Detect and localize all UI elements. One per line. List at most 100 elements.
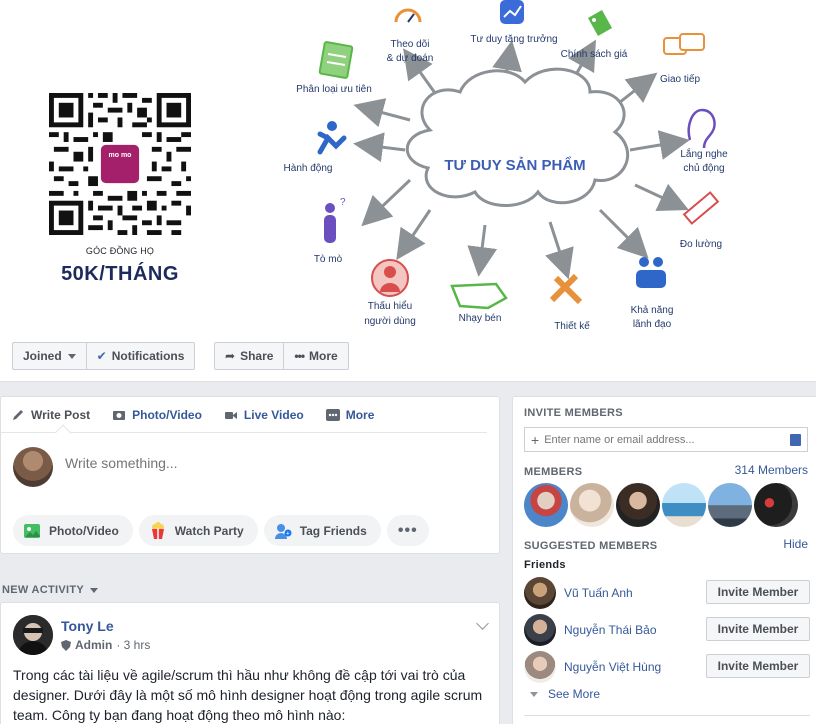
member-avatar[interactable] bbox=[754, 483, 798, 527]
momo-logo-text: mo mo bbox=[108, 152, 132, 159]
author-avatar[interactable] bbox=[13, 615, 53, 655]
photo-video-pill[interactable]: Photo/Video bbox=[13, 515, 133, 546]
friends-label: Friends bbox=[524, 559, 566, 571]
suggested-member-avatar[interactable] bbox=[524, 651, 556, 683]
suggested-member-row: Nguyễn Việt Hùng Invite Member bbox=[524, 651, 810, 683]
member-avatars bbox=[524, 483, 800, 527]
ear-icon bbox=[687, 108, 716, 149]
invite-members-input[interactable] bbox=[544, 433, 775, 446]
growth-chart-icon bbox=[500, 0, 524, 24]
mindmap-label-lanh-dao: lãnh đạo bbox=[633, 319, 672, 330]
chat-bubbles-icon bbox=[663, 33, 705, 55]
mindmap-label-theo-doi: Theo dõi bbox=[391, 39, 430, 50]
qr-caption: GÓC ĐỒNG HỌ bbox=[85, 246, 155, 256]
mindmap-label-nhay-ben: Nhạy bén bbox=[459, 313, 502, 324]
invite-members-field[interactable]: + bbox=[524, 427, 808, 452]
members-count-link[interactable]: 314 Members bbox=[735, 463, 808, 477]
suggested-member-avatar[interactable] bbox=[524, 577, 556, 609]
ruler-icon bbox=[682, 191, 720, 225]
svg-text:?: ? bbox=[340, 197, 346, 208]
mindmap-label-tang-truong: Tư duy tăng trưởng bbox=[470, 33, 557, 45]
composer-body bbox=[1, 433, 499, 497]
photo-video-pill-label: Photo/Video bbox=[49, 523, 119, 538]
mindmap-label-to-mo: Tò mò bbox=[314, 254, 343, 265]
mindmap-label-chinh-sach-gia: Chính sách giá bbox=[561, 49, 628, 60]
watch-party-pill[interactable]: Watch Party bbox=[138, 515, 258, 546]
tab-live-video-label: Live Video bbox=[243, 407, 304, 422]
tab-more[interactable]: More bbox=[325, 408, 374, 422]
address-book-icon[interactable] bbox=[790, 434, 801, 446]
mindmap-label-hanh-dong: Hành động bbox=[284, 163, 333, 174]
tab-write-post[interactable]: Write Post bbox=[11, 408, 90, 422]
suggested-member-name[interactable]: Nguyễn Thái Bảo bbox=[564, 623, 657, 637]
svg-text:+: + bbox=[286, 531, 289, 537]
see-more-link[interactable]: See More bbox=[530, 687, 600, 701]
suggested-member-avatar[interactable] bbox=[524, 614, 556, 646]
watch-party-pill-label: Watch Party bbox=[174, 523, 244, 538]
hide-suggestions-link[interactable]: Hide bbox=[783, 537, 808, 551]
share-button[interactable]: ➦ Share bbox=[215, 343, 285, 369]
post-body-text: Trong các tài liệu về agile/scrum thì hầ… bbox=[13, 667, 483, 723]
more-dots-icon bbox=[325, 408, 340, 421]
tab-photo-video-label: Photo/Video bbox=[132, 407, 202, 422]
price-tag-icon bbox=[588, 10, 612, 36]
tab-live-video[interactable]: Live Video bbox=[224, 408, 304, 422]
member-avatar[interactable] bbox=[570, 483, 614, 527]
composer-more-pill[interactable]: ••• bbox=[386, 515, 429, 546]
post-timestamp[interactable]: · 3 hrs bbox=[116, 638, 150, 652]
joined-button[interactable]: Joined bbox=[13, 343, 87, 369]
member-avatar[interactable] bbox=[662, 483, 706, 527]
post-options-chevron-icon[interactable] bbox=[476, 617, 489, 630]
new-activity-sort[interactable]: NEW ACTIVITY bbox=[2, 584, 99, 596]
notifications-button[interactable]: ✔ Notifications bbox=[87, 343, 195, 369]
checklist-icon bbox=[318, 41, 354, 79]
member-avatar[interactable] bbox=[708, 483, 752, 527]
ellipsis-icon: ••• bbox=[397, 521, 418, 539]
tag-friends-pill[interactable]: + Tag Friends bbox=[263, 515, 381, 546]
group-cover-photo[interactable]: mo mo GÓC ĐỒNG HỌ 50K/THÁNG TƯ DUY SẢN P… bbox=[0, 0, 816, 334]
suggested-member-name[interactable]: Vũ Tuấn Anh bbox=[564, 586, 633, 600]
more-button[interactable]: ••• More bbox=[284, 343, 347, 369]
members-sidebar: INVITE MEMBERS + MEMBERS 314 Members SUG… bbox=[512, 396, 816, 724]
new-activity-label: NEW ACTIVITY bbox=[2, 584, 85, 596]
ellipsis-icon: ••• bbox=[294, 349, 305, 363]
members-heading: MEMBERS bbox=[524, 466, 583, 478]
mindmap-label-thiet-ke: Thiết kế bbox=[554, 320, 590, 332]
curious-person-icon: ? bbox=[324, 197, 346, 243]
suggested-member-row: Nguyễn Thái Bảo Invite Member bbox=[524, 614, 810, 646]
mindmap-label-do-luong: Đo lường bbox=[680, 239, 722, 250]
membership-buttons: Joined ✔ Notifications bbox=[12, 342, 196, 370]
design-tools-icon bbox=[549, 273, 583, 305]
invite-member-button[interactable]: Invite Member bbox=[706, 580, 810, 604]
checkmark-icon: ✔ bbox=[96, 349, 107, 363]
tag-friends-pill-label: Tag Friends bbox=[299, 523, 367, 538]
caret-down-icon bbox=[530, 691, 538, 697]
mindmap-label-chu-dong: chủ động bbox=[683, 162, 724, 174]
mindmap-label-lang-nghe: Lắng nghe bbox=[680, 147, 728, 160]
write-something-input[interactable] bbox=[65, 455, 465, 471]
mindmap-label-nguoi-dung: người dùng bbox=[364, 316, 416, 327]
member-avatar[interactable] bbox=[524, 483, 568, 527]
share-arrow-icon: ➦ bbox=[225, 349, 236, 363]
video-camera-icon bbox=[224, 411, 237, 419]
mindmap-label-giao-tiep: Giao tiếp bbox=[660, 73, 700, 85]
team-icon bbox=[636, 257, 666, 288]
tab-photo-video[interactable]: Photo/Video bbox=[112, 408, 202, 422]
member-avatar[interactable] bbox=[616, 483, 660, 527]
suggested-member-name[interactable]: Nguyễn Việt Hùng bbox=[564, 660, 661, 674]
photo-icon bbox=[24, 523, 40, 538]
composer-tabs: Write Post Photo/Video Live Video More bbox=[1, 397, 487, 442]
running-person-icon bbox=[317, 121, 347, 155]
share-more-buttons: ➦ Share ••• More bbox=[214, 342, 349, 370]
joined-label: Joined bbox=[23, 349, 62, 363]
suggested-members-heading: SUGGESTED MEMBERS bbox=[524, 540, 658, 552]
invite-member-button[interactable]: Invite Member bbox=[706, 617, 810, 641]
mindmap-label-kha-nang: Khả năng bbox=[631, 305, 674, 316]
map-icon bbox=[450, 282, 508, 310]
invite-member-button[interactable]: Invite Member bbox=[706, 654, 810, 678]
popcorn-icon bbox=[151, 521, 164, 539]
notifications-label: Notifications bbox=[111, 349, 185, 363]
admin-shield-icon bbox=[61, 639, 71, 651]
post-meta: Admin · 3 hrs bbox=[61, 638, 150, 652]
post-author-name[interactable]: Tony Le bbox=[61, 618, 114, 634]
